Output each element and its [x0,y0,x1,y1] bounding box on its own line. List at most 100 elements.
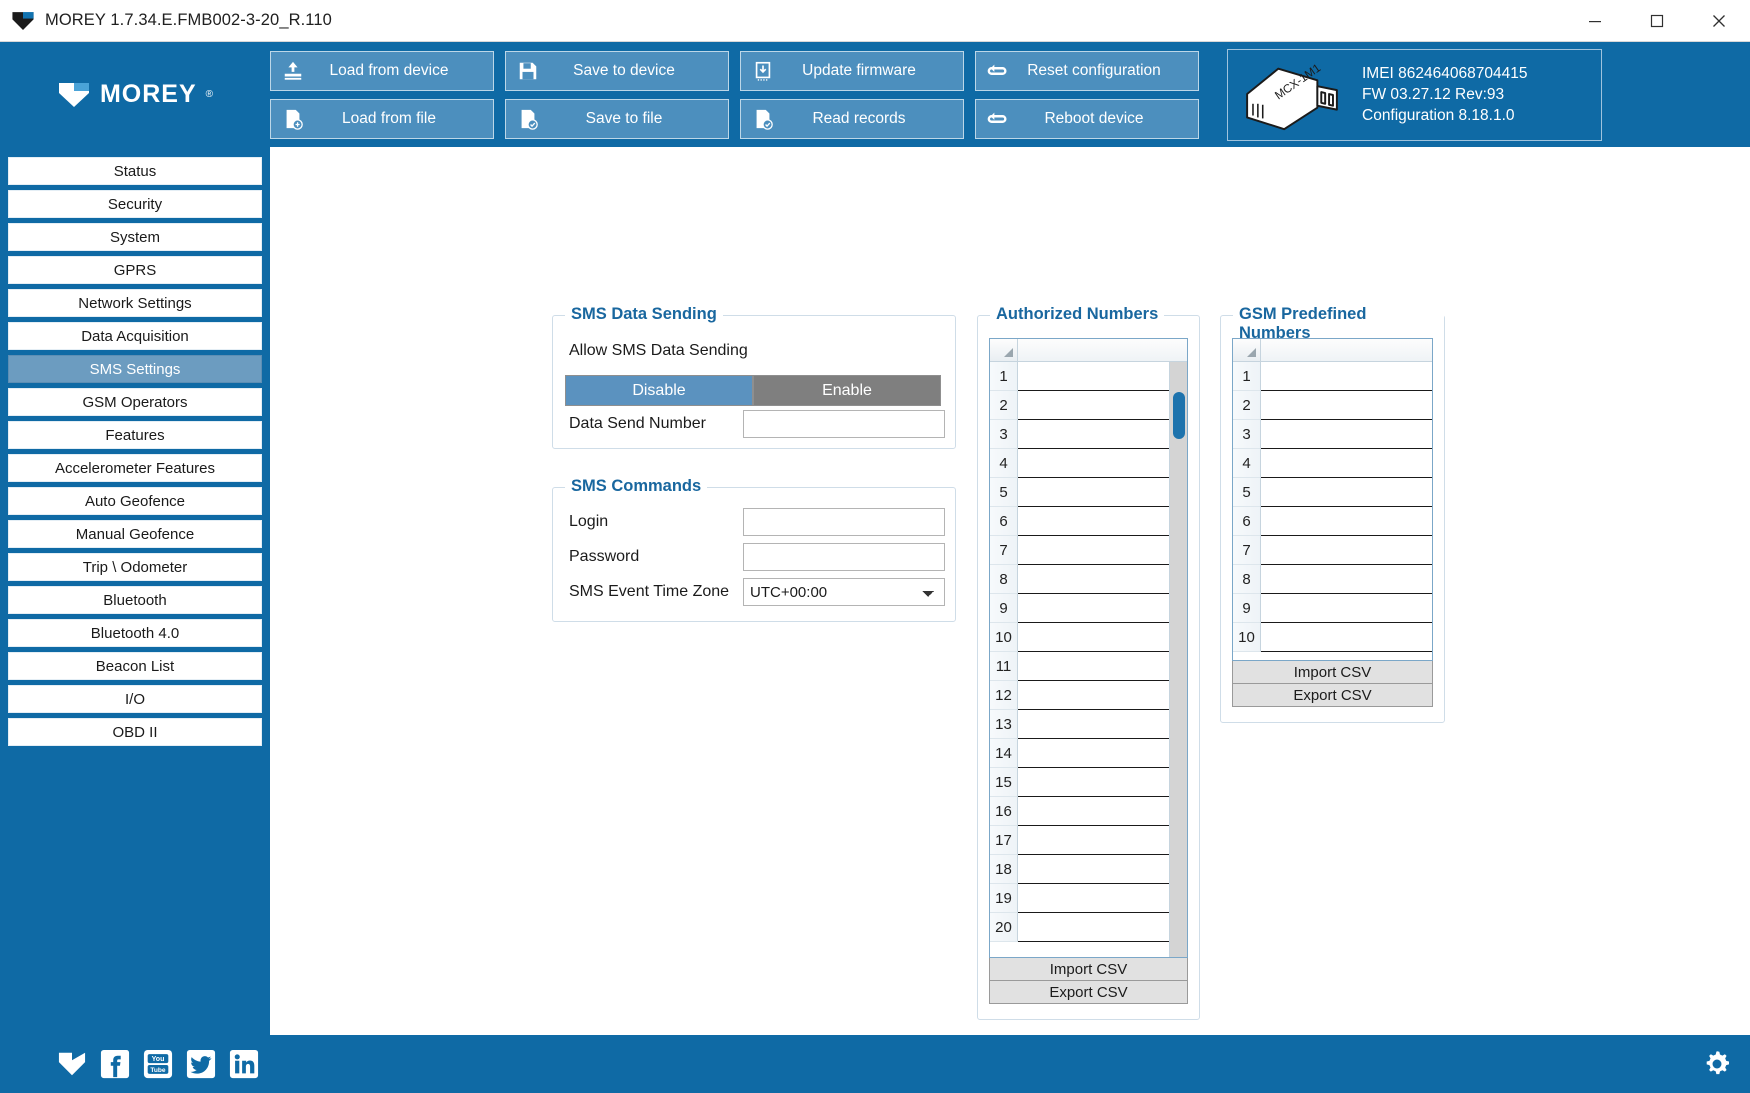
gsm-predefined-number-input[interactable] [1261,391,1432,419]
gsm-predefined-number-input[interactable] [1261,362,1432,390]
sidebar-item-data-acquisition[interactable]: Data Acquisition [8,322,262,350]
gsm-predefined-number-input[interactable] [1261,594,1432,622]
authorized-number-input[interactable] [1018,884,1169,912]
authorized-number-row-cell[interactable] [1018,623,1169,652]
authorized-number-row-number[interactable]: 8 [990,565,1018,594]
authorized-number-row-number[interactable]: 4 [990,449,1018,478]
sidebar-item-bluetooth-4-0[interactable]: Bluetooth 4.0 [8,619,262,647]
authorized-number-input[interactable] [1018,913,1169,941]
authorized-numbers-import-csv-button[interactable]: Import CSV [989,958,1188,981]
read-records-button[interactable]: Read records [740,98,964,139]
sidebar-item-status[interactable]: Status [8,157,262,185]
authorized-number-row-number[interactable]: 17 [990,826,1018,855]
gsm-predefined-number-input[interactable] [1261,420,1432,448]
authorized-number-row-number[interactable]: 2 [990,391,1018,420]
gsm-predefined-number-row-number[interactable]: 4 [1233,449,1261,478]
gsm-predefined-number-row-number[interactable]: 2 [1233,391,1261,420]
gear-icon[interactable] [1700,1047,1734,1081]
gsm-predefined-number-row-cell[interactable] [1261,362,1432,391]
authorized-number-input[interactable] [1018,797,1169,825]
authorized-number-row-number[interactable]: 15 [990,768,1018,797]
load-from-file-button[interactable]: Load from file [270,98,494,139]
authorized-number-row-cell[interactable] [1018,565,1169,594]
select-all-corner-icon[interactable] [1233,339,1261,361]
minimize-button[interactable] [1564,0,1626,41]
authorized-number-input[interactable] [1018,507,1169,535]
sidebar-item-gsm-operators[interactable]: GSM Operators [8,388,262,416]
gsm-predefined-number-input[interactable] [1261,565,1432,593]
authorized-number-row-number[interactable]: 14 [990,739,1018,768]
save-to-file-button[interactable]: Save to file [505,98,729,139]
authorized-number-row-cell[interactable] [1018,420,1169,449]
authorized-number-row-cell[interactable] [1018,826,1169,855]
authorized-number-row-cell[interactable] [1018,681,1169,710]
authorized-number-row-cell[interactable] [1018,768,1169,797]
authorized-number-row-number[interactable]: 12 [990,681,1018,710]
authorized-number-row-cell[interactable] [1018,855,1169,884]
authorized-number-row-cell[interactable] [1018,710,1169,739]
authorized-number-row-number[interactable]: 18 [990,855,1018,884]
select-all-corner-icon[interactable] [990,339,1018,361]
authorized-number-row-number[interactable]: 11 [990,652,1018,681]
sidebar-item-auto-geofence[interactable]: Auto Geofence [8,487,262,515]
sidebar-item-sms-settings[interactable]: SMS Settings [8,355,262,383]
authorized-numbers-export-csv-button[interactable]: Export CSV [989,981,1188,1004]
sms-data-sending-disable-button[interactable]: Disable [565,375,753,406]
gsm-predefined-number-row-number[interactable]: 8 [1233,565,1261,594]
gsm-predefined-number-row-cell[interactable] [1261,478,1432,507]
sidebar-item-bluetooth[interactable]: Bluetooth [8,586,262,614]
authorized-number-input[interactable] [1018,536,1169,564]
sidebar-item-system[interactable]: System [8,223,262,251]
gsm-predefined-number-row-number[interactable]: 5 [1233,478,1261,507]
authorized-number-row-number[interactable]: 6 [990,507,1018,536]
sidebar-item-gprs[interactable]: GPRS [8,256,262,284]
authorized-number-input[interactable] [1018,594,1169,622]
gsm-predefined-number-input[interactable] [1261,623,1432,651]
reboot-device-button[interactable]: Reboot device [975,98,1199,139]
authorized-number-row-number[interactable]: 7 [990,536,1018,565]
sms-data-sending-enable-button[interactable]: Enable [753,375,941,406]
authorized-number-input[interactable] [1018,362,1169,390]
sidebar-item-network-settings[interactable]: Network Settings [8,289,262,317]
authorized-number-row-cell[interactable] [1018,884,1169,913]
authorized-number-row-number[interactable]: 13 [990,710,1018,739]
login-input[interactable] [743,508,945,536]
authorized-number-row-cell[interactable] [1018,391,1169,420]
gsm-predefined-number-input[interactable] [1261,449,1432,477]
authorized-number-row-number[interactable]: 19 [990,884,1018,913]
authorized-number-input[interactable] [1018,681,1169,709]
authorized-numbers-scroll-thumb[interactable] [1173,391,1185,440]
gsm-predefined-numbers-import-csv-button[interactable]: Import CSV [1232,661,1433,684]
sidebar-item-security[interactable]: Security [8,190,262,218]
gsm-predefined-number-row-cell[interactable] [1261,623,1432,652]
authorized-number-row-cell[interactable] [1018,913,1169,942]
authorized-number-row-number[interactable]: 1 [990,362,1018,391]
authorized-number-input[interactable] [1018,710,1169,738]
authorized-number-row-cell[interactable] [1018,362,1169,391]
gsm-predefined-number-row-number[interactable]: 3 [1233,420,1261,449]
authorized-number-input[interactable] [1018,420,1169,448]
close-button[interactable] [1688,0,1750,41]
authorized-number-row-cell[interactable] [1018,507,1169,536]
gsm-predefined-number-row-cell[interactable] [1261,391,1432,420]
gsm-predefined-number-row-cell[interactable] [1261,449,1432,478]
authorized-number-row-cell[interactable] [1018,449,1169,478]
authorized-number-input[interactable] [1018,768,1169,796]
sidebar-item-trip-odometer[interactable]: Trip \ Odometer [8,553,262,581]
facebook-icon[interactable] [99,1048,131,1080]
load-from-device-button[interactable]: Load from device [270,50,494,91]
gsm-predefined-number-row-cell[interactable] [1261,565,1432,594]
authorized-number-row-number[interactable]: 3 [990,420,1018,449]
gsm-predefined-number-row-cell[interactable] [1261,507,1432,536]
authorized-number-row-number[interactable]: 5 [990,478,1018,507]
twitter-icon[interactable] [185,1048,217,1080]
gsm-predefined-number-row-number[interactable]: 7 [1233,536,1261,565]
reset-configuration-button[interactable]: Reset configuration [975,50,1199,91]
gsm-predefined-number-input[interactable] [1261,536,1432,564]
gsm-predefined-number-row-number[interactable]: 6 [1233,507,1261,536]
gsm-predefined-number-input[interactable] [1261,507,1432,535]
sidebar-item-obd-ii[interactable]: OBD II [8,718,262,746]
authorized-numbers-scrollbar[interactable] [1169,362,1187,957]
authorized-number-input[interactable] [1018,826,1169,854]
authorized-number-row-cell[interactable] [1018,536,1169,565]
